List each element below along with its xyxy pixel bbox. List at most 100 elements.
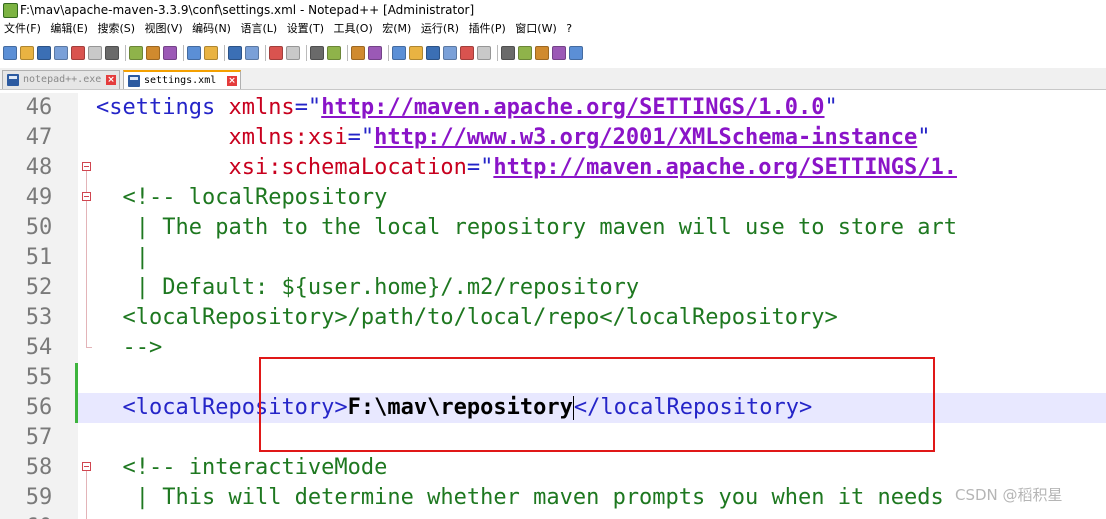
menu-view[interactable]: 视图(V) [145,22,183,35]
close-tab-icon[interactable]: × [106,75,116,85]
all-chars-icon[interactable] [368,46,382,60]
save-all-icon[interactable] [54,46,68,60]
line-text: <!-- interactiveMode [96,453,388,483]
menu-language[interactable]: 语言(L) [240,22,277,35]
line-number: 47 [0,123,78,153]
xml-quote: " [917,125,931,150]
wrap-icon[interactable] [351,46,365,60]
menu-window[interactable]: 窗口(W) [515,22,556,35]
close-tab-icon[interactable]: × [227,76,237,86]
line-text: --> [96,333,163,363]
menu-file[interactable]: 文件(F) [4,22,41,35]
tab-label: settings.xml [144,75,217,86]
fold-guide [78,273,94,303]
collapse-icon[interactable] [82,192,91,201]
xml-equals: =" [466,155,494,180]
menu-search[interactable]: 搜索(S) [97,22,135,35]
find-icon[interactable] [228,46,242,60]
play-icon[interactable] [535,46,549,60]
line-number: 60 [0,513,78,519]
xml-attribute: xmlns [228,95,295,120]
xml-value-link[interactable]: http://www.w3.org/2001/XMLSchema-instanc… [374,125,917,150]
fold-toggle[interactable] [78,183,94,213]
tab-bar: notepad++.exe × settings.xml × [0,68,1106,90]
line-number: 56 [0,393,78,423]
indent-guide-icon[interactable] [392,46,406,60]
copy-icon[interactable] [146,46,160,60]
sync-v-icon[interactable] [310,46,324,60]
xml-attribute: xmlns:xsi [228,125,348,150]
line-number: 50 [0,213,78,243]
menu-tools[interactable]: 工具(O) [334,22,373,35]
menu-edit[interactable]: 编辑(E) [50,22,88,35]
toolbar-separator [265,45,266,61]
notepadpp-app-icon [3,3,18,18]
menu-bar: 文件(F) 编辑(E) 搜索(S) 视图(V) 编码(N) 语言(L) 设置(T… [0,20,1106,38]
toolbar-separator [497,45,498,61]
xml-equals: =" [347,125,375,150]
line-number: 48 [0,153,78,183]
play-multi-icon[interactable] [552,46,566,60]
save-macro-icon[interactable] [569,46,583,60]
xml-comment: <!-- interactiveMode [122,455,388,480]
xml-comment: <!-- localRepository [122,185,388,210]
line-number: 46 [0,93,78,123]
paste-icon[interactable] [163,46,177,60]
replace-icon[interactable] [245,46,259,60]
new-icon[interactable] [3,46,17,60]
menu-run[interactable]: 运行(R) [421,22,459,35]
toolbar-separator [388,45,389,61]
line-number: 58 [0,453,78,483]
code-editor[interactable]: 46 <settings xmlns="http://maven.apache.… [0,91,1106,519]
udl-icon[interactable] [409,46,423,60]
line-text: xmlns:xsi="http://www.w3.org/2001/XMLSch… [96,123,930,153]
close-icon[interactable] [71,46,85,60]
func-list-icon[interactable] [443,46,457,60]
fold-toggle[interactable] [78,153,94,183]
line-text: <localRepository>/path/to/local/repo</lo… [96,303,838,333]
undo-icon[interactable] [187,46,201,60]
monitor-icon[interactable] [477,46,491,60]
xml-comment: | The path to the local repository maven… [122,215,957,240]
code-line: 51 | [0,243,1106,273]
collapse-icon[interactable] [82,162,91,171]
open-icon[interactable] [20,46,34,60]
zoom-out-icon[interactable] [286,46,300,60]
zoom-in-icon[interactable] [269,46,283,60]
folder-icon[interactable] [460,46,474,60]
collapse-icon[interactable] [82,462,91,471]
menu-settings[interactable]: 设置(T) [287,22,324,35]
menu-help[interactable]: ? [566,22,572,35]
code-line: 48 xsi:schemaLocation="http://maven.apac… [0,153,1106,183]
xml-equals: =" [294,95,322,120]
tab-notepadpp-exe[interactable]: notepad++.exe × [2,70,120,89]
save-icon[interactable] [37,46,51,60]
stop-icon[interactable] [518,46,532,60]
line-number: 52 [0,273,78,303]
line-number: 51 [0,243,78,273]
close-all-icon[interactable] [88,46,102,60]
xml-value-link[interactable]: http://maven.apache.org/SETTINGS/1.0.0 [321,95,824,120]
redo-icon[interactable] [204,46,218,60]
menu-plugins[interactable]: 插件(P) [469,22,506,35]
xml-comment: | This will determine whether maven prom… [122,485,944,510]
fold-toggle[interactable] [78,453,94,483]
code-line: 59 | This will determine whether maven p… [0,483,1106,513]
tab-settings-xml[interactable]: settings.xml × [123,70,241,89]
sync-h-icon[interactable] [327,46,341,60]
record-icon[interactable] [501,46,515,60]
fold-guide [78,483,94,513]
toolbar-separator [183,45,184,61]
menu-macro[interactable]: 宏(M) [382,22,411,35]
menu-encoding[interactable]: 编码(N) [192,22,231,35]
fold-guide [78,513,94,519]
line-number: 53 [0,303,78,333]
line-text: | Default: ${user.home}/.m2/repository [96,273,639,303]
xml-value-link[interactable]: http://maven.apache.org/SETTINGS/1. [493,155,957,180]
cut-icon[interactable] [129,46,143,60]
xml-comment: --> [122,335,163,360]
doc-map-icon[interactable] [426,46,440,60]
title-bar: F:\mav\apache-maven-3.3.9\conf\settings.… [0,0,1106,20]
print-icon[interactable] [105,46,119,60]
xml-comment: <localRepository>/path/to/local/repo</lo… [122,305,838,330]
